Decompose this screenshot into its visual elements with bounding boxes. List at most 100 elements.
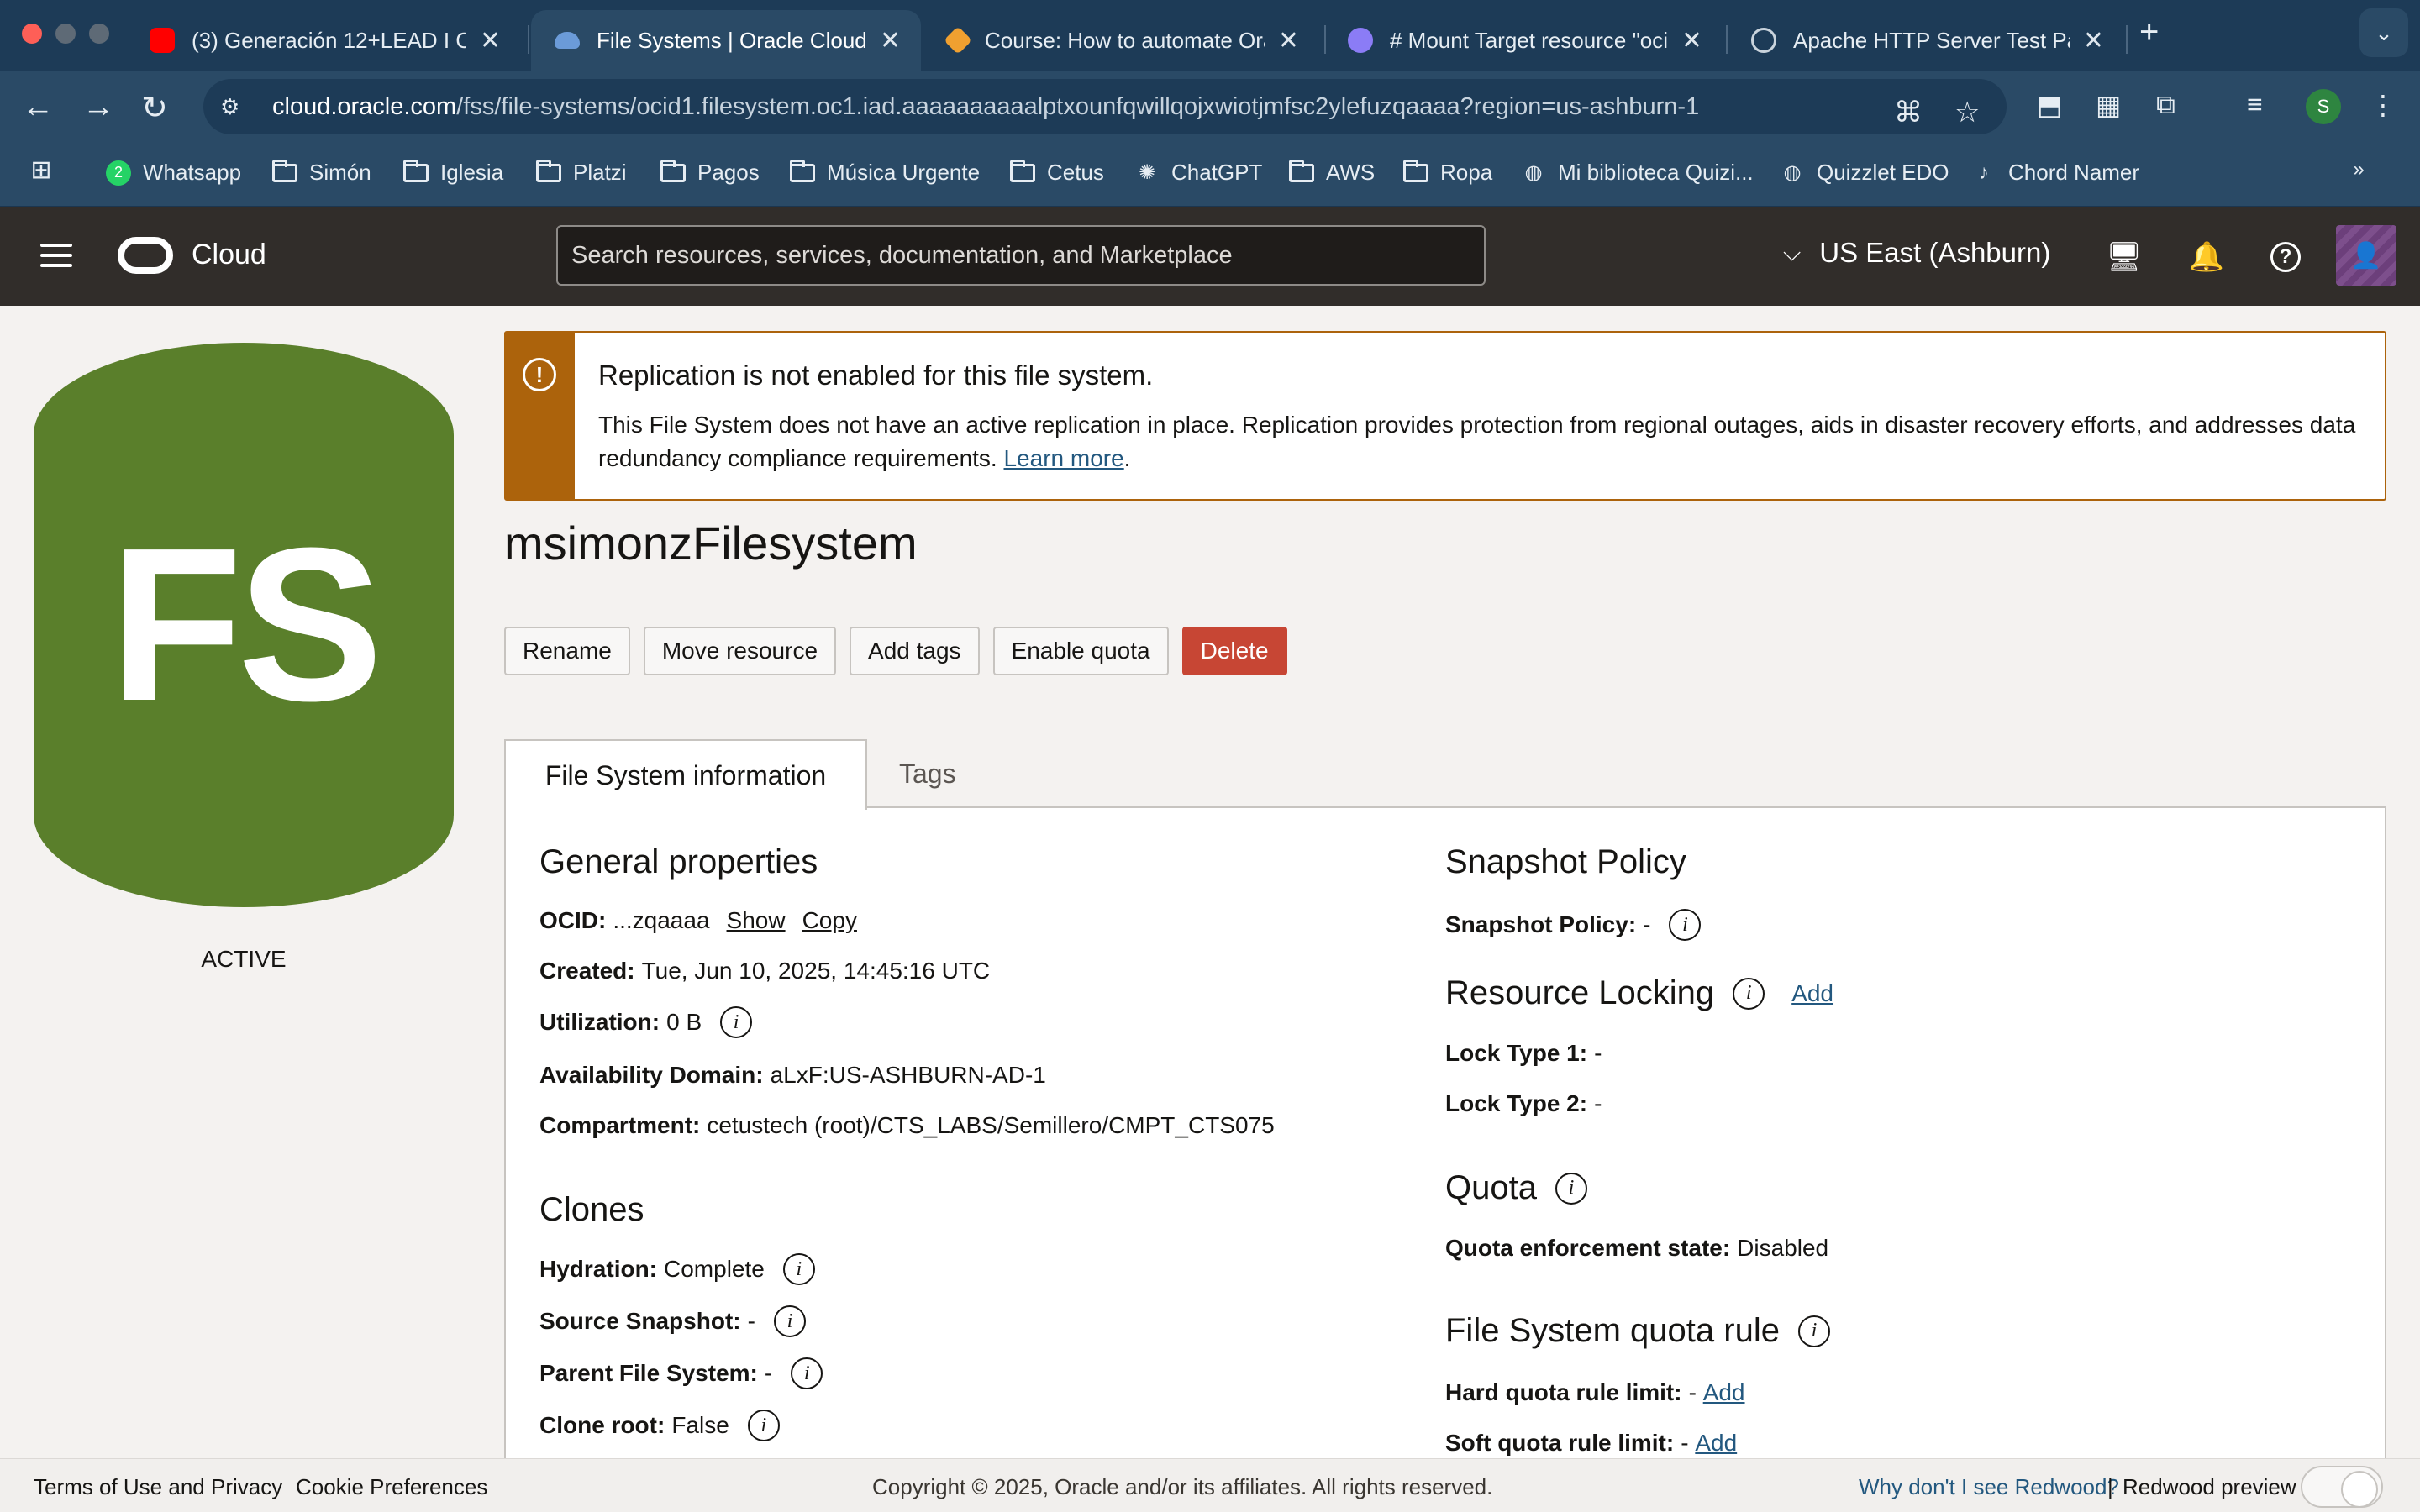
- window-zoom-button[interactable]: [89, 24, 109, 44]
- qr-code-icon[interactable]: ▦: [2096, 89, 2126, 120]
- brand-label[interactable]: Cloud: [192, 239, 266, 271]
- tab-title: Apache HTTP Server Test Pag: [1793, 27, 2070, 53]
- hard-quota-row: Hard quota rule limit: - Add: [1445, 1379, 1745, 1406]
- bookmark-chatgpt[interactable]: ✺ ChatGPT: [1134, 160, 1262, 186]
- browser-tab-course[interactable]: Course: How to automate Ora ✕: [924, 10, 1319, 71]
- info-icon[interactable]: i: [1669, 909, 1702, 941]
- close-tab-icon[interactable]: ✕: [1278, 26, 1299, 55]
- region-selector[interactable]: ⌵ US East (Ashburn): [1783, 237, 2050, 269]
- user-profile-avatar[interactable]: 👤: [2336, 225, 2396, 286]
- media-controls-icon[interactable]: ≡: [2247, 89, 2277, 119]
- bookmark-star-icon[interactable]: ☆: [1954, 96, 1980, 129]
- rename-button[interactable]: Rename: [504, 627, 630, 675]
- chevron-down-icon: ⌄: [2375, 19, 2393, 45]
- resource-state: ACTIVE: [201, 946, 287, 972]
- globe-icon: ◍: [1783, 161, 1802, 184]
- back-icon[interactable]: ←: [22, 89, 54, 125]
- region-label: US East (Ashburn): [1819, 237, 2051, 268]
- url-text[interactable]: cloud.oracle.com/fss/file-systems/ocid1.…: [272, 93, 1699, 121]
- bookmark-mi-biblioteca[interactable]: ◍ Mi biblioteca Quizi...: [1521, 160, 1754, 186]
- info-icon[interactable]: i: [773, 1305, 806, 1337]
- window-minimize-button[interactable]: [55, 24, 76, 44]
- quota-heading: Quota i: [1445, 1169, 1587, 1207]
- address-bar[interactable]: ⚙ cloud.oracle.com/fss/file-systems/ocid…: [203, 79, 2007, 134]
- help-icon[interactable]: ?: [2270, 242, 2301, 272]
- apps-grid-icon[interactable]: ⊞: [29, 156, 66, 184]
- info-icon[interactable]: i: [1733, 977, 1765, 1010]
- window-close-button[interactable]: [22, 24, 42, 44]
- site-settings-icon[interactable]: ⚙: [220, 94, 247, 120]
- bookmark-musica-urgente[interactable]: Música Urgente: [790, 159, 980, 186]
- reload-icon[interactable]: ↻: [141, 89, 168, 127]
- file-system-quota-rule-heading: File System quota rule i: [1445, 1312, 1830, 1350]
- utilization-row: Utilization: 0 Bi: [539, 1006, 753, 1038]
- bookmark-quizzlet-edo[interactable]: ◍ Quizzlet EDO: [1780, 160, 1949, 186]
- cloud-shell-icon[interactable]: 🖥: [2106, 239, 2143, 276]
- folder-icon: [1403, 159, 1428, 182]
- bookmark-whatsapp[interactable]: 2 Whatsapp: [106, 160, 241, 186]
- browser-tab-bar: (3) Generación 12+LEAD I Ob ✕ File Syste…: [0, 0, 2420, 71]
- browser-menu-icon[interactable]: ⋮: [2370, 89, 2400, 120]
- course-icon: [944, 26, 972, 55]
- bookmark-pagos[interactable]: Pagos: [660, 159, 760, 186]
- oci-console-header: Cloud Search resources, services, docume…: [0, 207, 2420, 306]
- tab-file-system-information[interactable]: File System information: [504, 739, 867, 810]
- terms-link[interactable]: Terms of Use and Privacy: [34, 1474, 282, 1500]
- browser-tab-youtube[interactable]: (3) Generación 12+LEAD I Ob ✕: [126, 10, 521, 71]
- browser-profile-avatar[interactable]: S: [2306, 89, 2341, 124]
- new-tab-button[interactable]: +: [2139, 13, 2159, 51]
- source-snapshot-row: Source Snapshot: - i: [539, 1305, 806, 1337]
- move-resource-button[interactable]: Move resource: [643, 627, 837, 675]
- add-hard-quota-link[interactable]: Add: [1703, 1379, 1745, 1406]
- bookmark-cetus[interactable]: Cetus: [1010, 159, 1104, 186]
- enable-quota-button[interactable]: Enable quota: [992, 627, 1169, 675]
- extensions-puzzle-icon[interactable]: ⧉: [2156, 89, 2186, 119]
- info-icon[interactable]: i: [1797, 1315, 1830, 1347]
- tab-search-button[interactable]: ⌄: [2360, 8, 2408, 57]
- close-tab-icon[interactable]: ✕: [880, 26, 901, 55]
- navigation-menu-icon[interactable]: [40, 244, 72, 274]
- compartment-row: Compartment: cetustech (root)/CTS_LABS/Se…: [539, 1112, 1275, 1138]
- notifications-bell-icon[interactable]: 🔔: [2188, 239, 2225, 276]
- bookmark-chord-namer[interactable]: ♪ Chord Namer: [1971, 160, 2139, 186]
- main-content: FS ACTIVE ! Replication is not enabled f…: [0, 306, 2420, 1478]
- chatgpt-icon: ✺: [1138, 161, 1156, 184]
- add-soft-quota-link[interactable]: Add: [1695, 1430, 1737, 1457]
- translate-icon[interactable]: ⌘: [1894, 96, 1923, 129]
- copy-ocid-link[interactable]: Copy: [802, 907, 857, 934]
- add-lock-link[interactable]: Add: [1791, 980, 1833, 1007]
- browser-tab-mount-target[interactable]: # Mount Target resource "oci ✕: [1324, 10, 1723, 71]
- learn-more-link[interactable]: Learn more: [1003, 445, 1123, 471]
- cookie-preferences-link[interactable]: Cookie Preferences: [296, 1474, 487, 1500]
- browser-tab-file-systems[interactable]: File Systems | Oracle Cloud In ✕: [531, 10, 921, 71]
- forward-icon[interactable]: →: [82, 89, 114, 125]
- bookmark-aws[interactable]: AWS: [1289, 159, 1375, 186]
- delete-button[interactable]: Delete: [1181, 627, 1287, 675]
- redwood-preview-toggle[interactable]: [2301, 1466, 2383, 1508]
- info-icon[interactable]: i: [1555, 1172, 1587, 1205]
- info-icon[interactable]: i: [782, 1253, 815, 1285]
- show-ocid-link[interactable]: Show: [727, 907, 786, 934]
- tab-title: # Mount Target resource "oci: [1390, 27, 1668, 53]
- info-icon[interactable]: i: [791, 1357, 823, 1389]
- browser-tab-apache[interactable]: Apache HTTP Server Test Pag ✕: [1728, 10, 2124, 71]
- extension-download-icon[interactable]: ⬒: [2037, 89, 2067, 120]
- bookmark-simon[interactable]: Simón: [272, 159, 371, 186]
- close-tab-icon[interactable]: ✕: [480, 26, 501, 55]
- oracle-logo-icon[interactable]: [118, 237, 173, 274]
- more-bookmarks-icon[interactable]: »: [2346, 158, 2383, 181]
- bookmark-iglesia[interactable]: Iglesia: [403, 159, 503, 186]
- info-icon[interactable]: i: [720, 1006, 753, 1038]
- bookmark-ropa[interactable]: Ropa: [1403, 159, 1492, 186]
- redwood-question-link[interactable]: Why don't I see Redwood?: [1859, 1474, 2119, 1500]
- bookmark-platzi[interactable]: Platzi: [536, 159, 627, 186]
- general-properties-heading: General properties: [539, 843, 818, 880]
- close-tab-icon[interactable]: ✕: [1681, 26, 1702, 55]
- tab-tags[interactable]: Tags: [899, 739, 956, 808]
- search-input[interactable]: Search resources, services, documentatio…: [556, 225, 1486, 286]
- add-tags-button[interactable]: Add tags: [850, 627, 980, 675]
- close-tab-icon[interactable]: ✕: [2083, 26, 2104, 55]
- resource-locking-heading: Resource Locking i Add: [1445, 974, 1834, 1011]
- info-icon[interactable]: i: [747, 1410, 780, 1441]
- tab-title: Course: How to automate Ora: [985, 27, 1265, 53]
